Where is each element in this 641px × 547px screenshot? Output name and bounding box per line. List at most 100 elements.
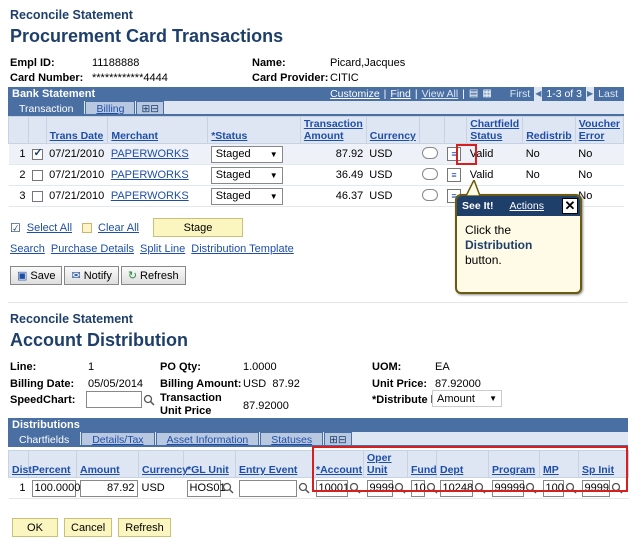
col-trans-date[interactable]: Trans Date xyxy=(45,116,109,144)
distribute-by-select[interactable]: Amount ▼ xyxy=(432,390,502,407)
prev-arrow-icon[interactable]: ◀ xyxy=(534,87,543,101)
first-link[interactable]: First xyxy=(510,87,530,101)
redistrib: No xyxy=(522,143,576,165)
comment-icon[interactable] xyxy=(422,188,439,201)
download-icon[interactable]: ▤ xyxy=(469,87,478,101)
comment-icon[interactable] xyxy=(422,146,439,159)
col-merchant[interactable]: Merchant xyxy=(107,116,209,144)
purchase-details-link[interactable]: Purchase Details xyxy=(51,243,134,255)
col-amount[interactable]: Amount xyxy=(76,450,139,478)
row-number: 1 xyxy=(8,143,29,165)
tab-asset-information[interactable]: Asset Information xyxy=(155,432,260,446)
last-link[interactable]: Last xyxy=(598,87,618,101)
merchant-link[interactable]: PAPERWORKS xyxy=(111,169,189,181)
col-dist-currency[interactable]: Currency xyxy=(138,450,188,478)
card-number-label: Card Number: xyxy=(10,72,84,84)
next-arrow-icon[interactable]: ▶ xyxy=(585,87,595,101)
col-percent[interactable]: Percent xyxy=(28,450,77,478)
callout-actions-link[interactable]: Actions xyxy=(510,200,544,212)
currency: USD xyxy=(366,143,420,165)
speedchart-lookup-icon[interactable] xyxy=(143,394,155,406)
col-transaction-amount[interactable]: Transaction Amount xyxy=(299,116,367,144)
currency: USD xyxy=(366,164,420,186)
distribution-icon[interactable]: ≡ xyxy=(447,168,462,182)
cancel-button[interactable]: Cancel xyxy=(64,518,113,537)
refresh-icon: ↻ xyxy=(127,270,138,282)
col-redistrib[interactable]: Redistrib xyxy=(522,116,576,144)
close-icon[interactable]: ✕ xyxy=(562,198,578,214)
toolbar: ▣ Save ✉ Notify ↻ Refresh xyxy=(10,266,186,285)
col-entry-event[interactable]: Entry Event xyxy=(235,450,313,478)
refresh-button[interactable]: ↻ Refresh xyxy=(120,266,186,285)
dist-section-title: Reconcile Statement xyxy=(10,312,133,326)
distribution-highlight xyxy=(456,144,477,165)
clear-all-icon[interactable] xyxy=(82,222,93,233)
amount-input[interactable]: 87.92 xyxy=(79,479,138,497)
line-label: Line: xyxy=(10,361,37,373)
callout-box: See It! Actions ✕ Click the Distribution… xyxy=(455,194,582,294)
grid-icon[interactable]: ▦ xyxy=(482,87,491,101)
find-link[interactable]: Find xyxy=(390,87,410,101)
tab-transaction[interactable]: Transaction xyxy=(8,101,85,115)
speedchart-label: SpeedChart: xyxy=(10,394,76,406)
footer-refresh-button[interactable]: Refresh xyxy=(118,518,171,537)
row-range: 1-3 of 3 xyxy=(546,88,582,100)
tab-billing[interactable]: Billing xyxy=(85,101,136,115)
ok-button[interactable]: OK xyxy=(12,518,58,537)
gl-unit-lookup-icon[interactable] xyxy=(222,482,234,494)
col-currency[interactable]: Currency xyxy=(365,116,420,144)
distribution-template-link[interactable]: Distribution Template xyxy=(191,243,294,255)
comment-icon[interactable] xyxy=(422,167,439,180)
row-number: 3 xyxy=(8,185,29,207)
unit-price-value: 87.92000 xyxy=(435,378,481,390)
billing-date-label: Billing Date: xyxy=(10,378,75,390)
row-select-checkbox[interactable] xyxy=(31,169,43,181)
entry-event-input[interactable] xyxy=(238,479,297,497)
stage-button[interactable]: Stage xyxy=(152,218,243,237)
card-provider-value: CITIC xyxy=(330,72,359,84)
percent-input[interactable]: 100.0000 xyxy=(31,479,80,497)
col-chartfield-status[interactable]: Chartfield Status xyxy=(466,116,524,144)
section-divider xyxy=(8,302,628,303)
merchant-link[interactable]: PAPERWORKS xyxy=(111,148,189,160)
redistrib: No xyxy=(522,164,576,186)
show-all-columns-icon[interactable]: ⊞⊟ xyxy=(136,101,165,115)
gl-unit-input[interactable]: HOS01 xyxy=(186,479,226,497)
status-select[interactable]: Staged ▼ xyxy=(210,145,283,163)
save-button[interactable]: ▣ Save xyxy=(10,266,63,285)
empl-id-value: 11188888 xyxy=(92,57,140,69)
col-dist[interactable]: Dist xyxy=(8,450,32,478)
status-select[interactable]: Staged ▼ xyxy=(210,187,283,205)
col-gl-unit[interactable]: *GL Unit xyxy=(183,450,236,478)
view-all-link[interactable]: View All xyxy=(422,87,459,101)
merchant-link[interactable]: PAPERWORKS xyxy=(111,190,189,202)
voucher-error: No xyxy=(575,164,624,186)
po-qty-label: PO Qty: xyxy=(160,361,201,373)
select-all-link[interactable]: Select All xyxy=(27,222,72,234)
status-select[interactable]: Staged ▼ xyxy=(210,166,283,184)
empl-id-label: Empl ID: xyxy=(10,57,55,69)
entry-event-lookup-icon[interactable] xyxy=(298,482,310,494)
card-number-value: ************4444 xyxy=(92,72,168,84)
callout-pointer xyxy=(465,180,481,196)
tab-details-tax[interactable]: Details/Tax xyxy=(81,432,155,446)
row-number: 2 xyxy=(8,164,29,186)
row-select-checkbox[interactable] xyxy=(31,190,43,202)
customize-link[interactable]: Customize xyxy=(330,87,380,101)
tab-statuses[interactable]: Statuses xyxy=(260,432,324,446)
search-link[interactable]: Search xyxy=(10,243,45,255)
speedchart-input[interactable] xyxy=(86,391,142,408)
tab-chartfields[interactable]: Chartfields xyxy=(8,432,81,446)
action-links: Search Purchase Details Split Line Distr… xyxy=(10,243,294,255)
billing-amount-label: Billing Amount: xyxy=(160,378,242,390)
billing-date-value: 05/05/2014 xyxy=(88,378,144,390)
split-line-link[interactable]: Split Line xyxy=(140,243,185,255)
dist-show-all-columns-icon[interactable]: ⊞⊟ xyxy=(324,432,352,446)
row-select-checkbox[interactable] xyxy=(31,146,43,160)
col-status[interactable]: *Status xyxy=(207,116,301,144)
dist-number: 1 xyxy=(8,477,29,499)
select-all-icon[interactable]: ☑ xyxy=(10,221,21,235)
clear-all-link[interactable]: Clear All xyxy=(98,222,139,234)
notify-button[interactable]: ✉ Notify xyxy=(64,266,119,285)
col-voucher-error[interactable]: Voucher Error xyxy=(574,116,625,144)
